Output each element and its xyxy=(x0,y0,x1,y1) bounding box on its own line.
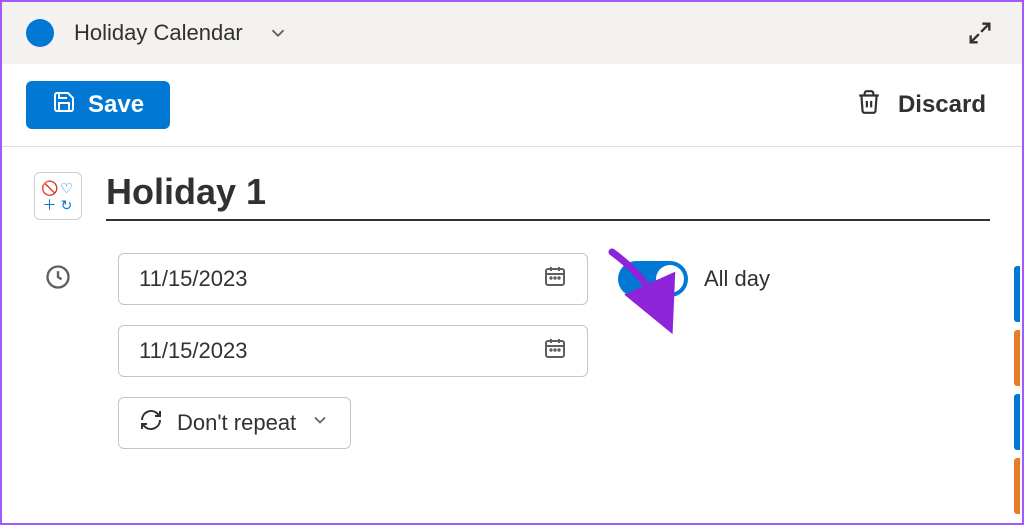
end-date-value: 11/15/2023 xyxy=(139,338,247,364)
save-button-label: Save xyxy=(88,91,144,119)
start-date-value: 11/15/2023 xyxy=(139,266,247,292)
calendar-header: Holiday Calendar xyxy=(2,2,1022,64)
side-tab xyxy=(1014,458,1020,514)
calendar-icon xyxy=(543,336,567,366)
calendar-name: Holiday Calendar xyxy=(74,20,243,46)
calendar-icon xyxy=(543,264,567,294)
emoji-icon-2: ♡ xyxy=(58,181,75,195)
start-date-input[interactable]: 11/15/2023 xyxy=(118,253,588,305)
emoji-icon-4: ↻ xyxy=(58,198,75,212)
repeat-icon xyxy=(139,408,163,438)
chevron-down-icon[interactable] xyxy=(263,18,293,48)
chevron-down-icon xyxy=(310,410,330,436)
emoji-picker-button[interactable]: 🚫 ♡ ＋ ↻ xyxy=(34,172,82,220)
expand-icon[interactable] xyxy=(962,15,998,51)
event-title-field[interactable] xyxy=(106,171,990,221)
end-date-input[interactable]: 11/15/2023 xyxy=(118,325,588,377)
side-tab xyxy=(1014,266,1020,322)
all-day-label: All day xyxy=(704,266,770,292)
clock-icon xyxy=(34,253,82,291)
event-title-input[interactable] xyxy=(106,171,990,213)
side-color-tabs xyxy=(1014,266,1020,522)
side-tab xyxy=(1014,330,1020,386)
calendar-selector[interactable]: Holiday Calendar xyxy=(26,18,293,48)
calendar-color-dot xyxy=(26,19,54,47)
discard-button[interactable]: Discard xyxy=(844,81,998,130)
side-tab xyxy=(1014,394,1020,450)
toggle-knob xyxy=(656,265,684,293)
discard-button-label: Discard xyxy=(898,91,986,119)
emoji-icon-3: ＋ xyxy=(41,198,58,212)
action-bar: Save Discard xyxy=(2,64,1022,146)
repeat-dropdown[interactable]: Don't repeat xyxy=(118,397,351,449)
save-button[interactable]: Save xyxy=(26,81,170,129)
save-icon xyxy=(52,90,76,121)
trash-icon xyxy=(856,89,882,122)
repeat-label: Don't repeat xyxy=(177,410,296,436)
emoji-icon-1: 🚫 xyxy=(41,181,58,195)
all-day-toggle[interactable] xyxy=(618,261,688,297)
